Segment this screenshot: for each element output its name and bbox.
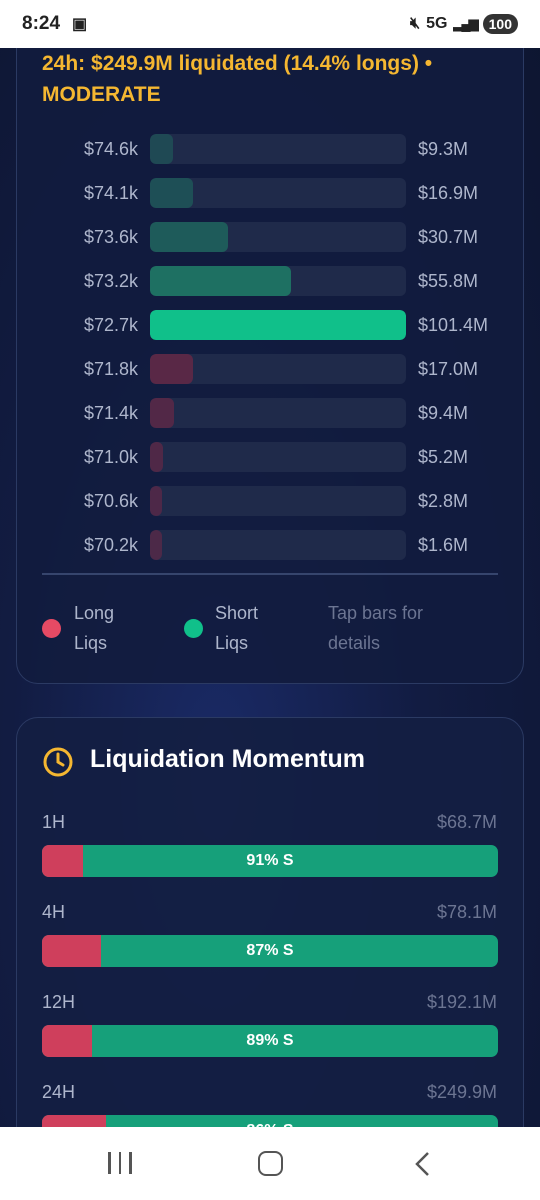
momentum-timeframe-label: 24H [42,1082,76,1102]
legend-divider [42,573,498,575]
long-liquidation-bar[interactable] [150,354,193,384]
liquidation-summary-headline: 24h: $249.9M liquidated (14.4% longs) • … [42,52,433,106]
long-liquidation-bar[interactable] [150,442,163,472]
short-liquidation-bar[interactable] [150,178,193,208]
price-level-row[interactable]: $72.7k $101.4M [0,310,540,340]
long-liqs-dot-icon [42,619,61,638]
status-icons: 🔇︎ 5G ▂▄▆ 100 [410,14,518,34]
price-level-label: $74.1k [83,183,138,203]
long-liquidation-bar[interactable] [150,486,162,516]
mute-icon: 🔇︎ [409,15,421,32]
liquidation-bar-track[interactable] [150,442,406,472]
price-level-label: $72.7k [83,315,138,335]
price-level-row[interactable]: $71.0k $5.2M [0,442,540,472]
momentum-timeframe-label: 1H [42,812,66,832]
system-nav-bar [0,1127,540,1200]
price-level-row[interactable]: $70.2k $1.6M [0,530,540,560]
liquidation-bar-track[interactable] [150,266,406,296]
short-percent-label: 91% S [246,852,294,869]
price-level-label: $73.6k [83,227,138,247]
long-liquidation-bar[interactable] [150,530,162,560]
short-liquidation-bar[interactable] [150,310,406,340]
legend-short-label-line1: Short [215,603,259,623]
price-level-label: $71.8k [83,359,138,379]
momentum-total-label: $249.9M [426,1082,497,1102]
liquidation-amount-label: $30.7M [418,227,479,247]
liquidation-bar-track[interactable] [150,178,406,208]
momentum-total-label: $78.1M [436,902,497,922]
legend-long-label-line1: Long [74,603,115,623]
liquidation-amount-label: $17.0M [418,359,479,379]
short-liqs-dot-icon [184,619,203,638]
momentum-timeframe-label: 4H [42,902,66,922]
legend: Long Liqs Short Liqs Tap bars for detail… [0,598,540,658]
liquidation-bar-track[interactable] [150,486,406,516]
short-percent-label: 89% S [246,1032,294,1049]
price-level-row[interactable]: $71.8k $17.0M [0,354,540,384]
momentum-title: Liquidation Momentum [90,745,365,773]
legend-short-label: Short Liqs [215,598,258,658]
price-level-row[interactable]: $70.6k $2.8M [0,486,540,516]
status-bar: 8:24 ▣ 🔇︎ 5G ▂▄▆ 100 [0,0,540,48]
battery-icon: 100 [482,14,518,34]
liquidation-heatmap-card [16,20,524,684]
network-type: 5G [426,15,448,32]
tap-bars-hint: Tap bars for details [328,598,423,658]
liquidation-amount-label: $55.8M [418,271,479,291]
legend-long-label: Long Liqs [74,598,114,658]
price-level-row[interactable]: $74.1k $16.9M [0,178,540,208]
screenshot-icon: ▣ [72,16,88,33]
signal-icon: ▂▄▆ [453,16,478,31]
liquidation-bar-track[interactable] [150,530,406,560]
liquidation-bar-track[interactable] [150,354,406,384]
legend-long-label-line2: Liqs [74,633,108,653]
liquidation-bar-track[interactable] [150,134,406,164]
momentum-timeframe-label: 12H [42,992,76,1012]
app-screen: 24h: $249.9M liquidated (14.4% longs) • … [0,0,540,1200]
price-level-label: $73.2k [83,271,138,291]
short-liquidation-bar[interactable] [150,134,173,164]
price-level-row[interactable]: $73.6k $30.7M [0,222,540,252]
liquidation-amount-label: $1.6M [418,535,469,555]
momentum-total-label: $68.7M [436,812,497,832]
short-percent-label: 87% S [246,942,294,959]
price-level-row[interactable]: $73.2k $55.8M [0,266,540,296]
liquidation-bar-track[interactable] [150,310,406,340]
tap-bars-hint-line1: Tap bars for [328,603,424,623]
liquidation-amount-label: $101.4M [418,315,489,335]
liquidation-bar-track[interactable] [150,398,406,428]
price-level-label: $74.6k [83,139,138,159]
momentum-split-bar[interactable]: 87% S [42,935,498,967]
short-liquidation-bar[interactable] [150,222,228,252]
legend-short-label-line2: Liqs [215,633,249,653]
liquidation-amount-label: $16.9M [418,183,479,203]
tap-bars-hint-line2: details [328,633,381,653]
recents-icon[interactable] [108,1152,132,1174]
long-liquidation-bar[interactable] [150,398,174,428]
liquidation-amount-label: $9.4M [418,403,469,423]
back-icon[interactable] [410,1151,436,1177]
home-icon[interactable] [258,1151,283,1176]
momentum-split-bar[interactable]: 89% S [42,1025,498,1057]
short-liquidation-bar[interactable] [150,266,291,296]
status-time: 8:24 [22,13,61,34]
momentum-split-bar[interactable]: 91% S [42,845,498,877]
price-level-label: $70.6k [83,491,138,511]
price-level-label: $71.4k [83,403,138,423]
liquidation-amount-label: $9.3M [418,139,469,159]
price-level-label: $71.0k [83,447,138,467]
momentum-total-label: $192.1M [426,992,497,1012]
clock-icon [43,747,73,777]
price-level-label: $70.2k [83,535,138,555]
price-level-row[interactable]: $74.6k $9.3M [0,134,540,164]
liquidation-bar-track[interactable] [150,222,406,252]
liquidation-amount-label: $2.8M [418,491,469,511]
price-level-row[interactable]: $71.4k $9.4M [0,398,540,428]
liquidation-amount-label: $5.2M [418,447,469,467]
